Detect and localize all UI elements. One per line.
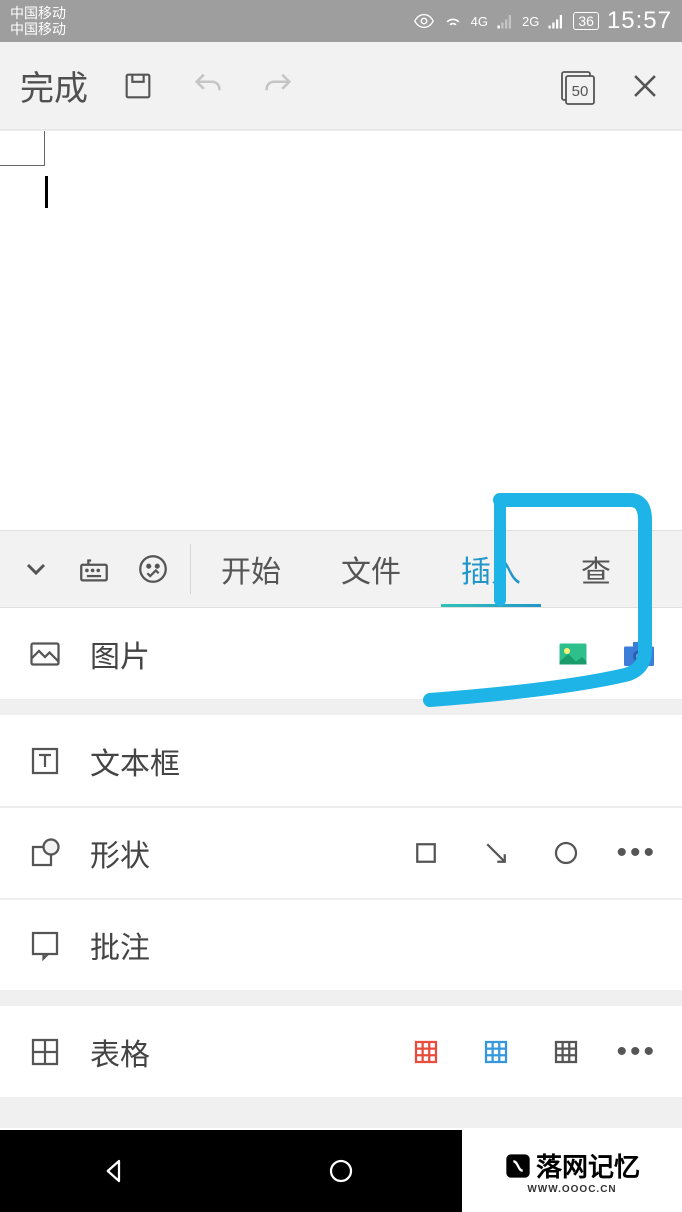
network-2g: 2G xyxy=(522,14,539,29)
insert-panel: 图片 文本框 形状 xyxy=(0,608,682,1128)
done-button[interactable]: 完成 xyxy=(20,61,88,110)
annotation-label: 批注 xyxy=(90,923,657,967)
row-picture[interactable]: 图片 xyxy=(0,608,682,700)
table-label: 表格 xyxy=(90,1030,381,1074)
save-icon[interactable] xyxy=(118,66,158,106)
close-icon[interactable] xyxy=(628,69,662,103)
clock: 15:57 xyxy=(607,7,672,35)
assistant-icon[interactable] xyxy=(136,552,170,586)
document-canvas[interactable] xyxy=(0,130,682,530)
battery-level: 36 xyxy=(573,12,599,30)
eye-icon xyxy=(413,10,435,32)
svg-text:50: 50 xyxy=(572,83,589,100)
carrier-2: 中国移动 xyxy=(10,21,66,37)
textbox-icon xyxy=(25,741,65,781)
table-style-red-icon[interactable] xyxy=(406,1032,446,1072)
text-cursor xyxy=(45,176,48,208)
tab-file[interactable]: 文件 xyxy=(311,531,431,607)
row-annotation[interactable]: 批注 xyxy=(0,899,682,991)
table-style-plain-icon[interactable] xyxy=(546,1032,586,1072)
undo-icon[interactable] xyxy=(188,66,228,106)
camera-icon[interactable] xyxy=(621,636,657,672)
editor-toolbar: 完成 50 xyxy=(0,42,682,130)
nav-home-icon[interactable] xyxy=(321,1151,361,1191)
ruler-corner xyxy=(0,131,45,166)
table-more-icon[interactable]: ••• xyxy=(616,1035,657,1069)
tab-start[interactable]: 开始 xyxy=(191,531,311,607)
row-shape[interactable]: 形状 ••• xyxy=(0,807,682,899)
row-textbox[interactable]: 文本框 xyxy=(0,715,682,807)
shape-more-icon[interactable]: ••• xyxy=(616,836,657,870)
gallery-icon[interactable] xyxy=(555,636,591,672)
shape-label: 形状 xyxy=(90,831,381,875)
bottom-tabbar: 开始 文件 插入 查 xyxy=(0,530,682,608)
signal-1-icon xyxy=(496,12,514,30)
textbox-label: 文本框 xyxy=(90,739,657,783)
keyboard-icon[interactable] xyxy=(77,552,111,586)
shape-rect-icon[interactable] xyxy=(406,833,446,873)
shape-arrow-icon[interactable] xyxy=(476,833,516,873)
nav-back-icon[interactable] xyxy=(94,1151,134,1191)
table-icon xyxy=(25,1032,65,1072)
signal-2-icon xyxy=(547,12,565,30)
tab-view[interactable]: 查 xyxy=(551,531,641,607)
word-count-icon[interactable]: 50 xyxy=(558,66,598,106)
shape-icon xyxy=(25,833,65,873)
redo-icon[interactable] xyxy=(258,66,298,106)
network-4g: 4G xyxy=(471,14,488,29)
carrier-1: 中国移动 xyxy=(10,5,66,21)
annotation-icon xyxy=(25,925,65,965)
table-style-blue-icon[interactable] xyxy=(476,1032,516,1072)
picture-label: 图片 xyxy=(90,632,530,676)
wifi-icon xyxy=(443,11,463,31)
row-table[interactable]: 表格 ••• xyxy=(0,1006,682,1098)
watermark-logo-icon xyxy=(504,1152,532,1180)
shape-circle-icon[interactable] xyxy=(546,833,586,873)
watermark-sub: WWW.OOOC.CN xyxy=(527,1184,616,1195)
status-bar: 中国移动 中国移动 4G 2G 36 15:57 xyxy=(0,0,682,42)
carrier-labels: 中国移动 中国移动 xyxy=(10,5,66,37)
collapse-icon[interactable] xyxy=(20,553,52,585)
watermark-text: 落网记忆 xyxy=(536,1147,640,1184)
picture-icon xyxy=(25,634,65,674)
tab-insert[interactable]: 插入 xyxy=(431,531,551,607)
watermark: 落网记忆 WWW.OOOC.CN xyxy=(462,1130,682,1212)
